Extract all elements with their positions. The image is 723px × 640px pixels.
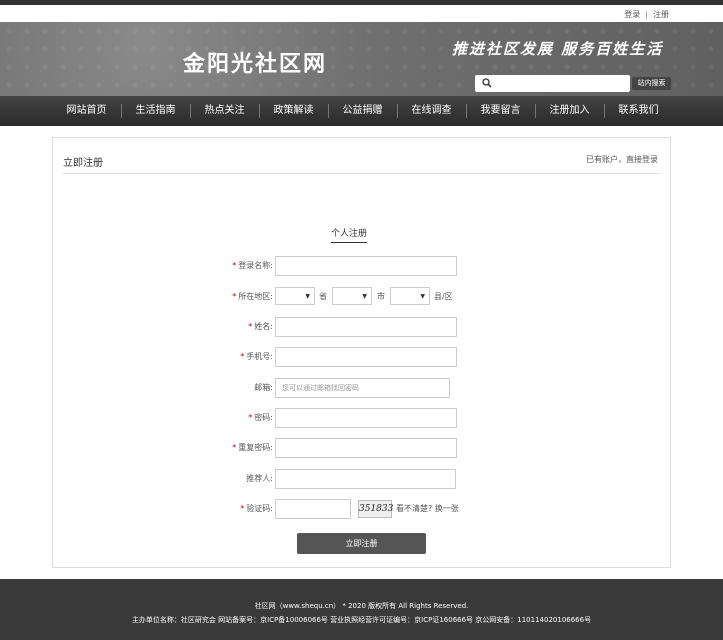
nav-item-message[interactable]: 我要留言 — [466, 96, 535, 126]
submit-register-button[interactable]: 立即注册 — [297, 533, 426, 554]
register-card: 立即注册 已有账户，直接登录 个人注册 * 登录名称: * 所在地区: ▼ 省 ▼ … — [52, 137, 671, 568]
phone-input[interactable] — [275, 347, 457, 367]
page-title: 立即注册 — [63, 158, 103, 169]
name-row: * 姓名: — [53, 317, 672, 337]
nav-item-survey[interactable]: 在线调查 — [397, 96, 466, 126]
captcha-input[interactable] — [275, 499, 351, 519]
province-unit: 省 — [319, 292, 327, 301]
chevron-down-icon: ▼ — [420, 293, 425, 300]
referrer-row: 推荐人: — [53, 469, 672, 489]
referrer-input[interactable] — [275, 469, 456, 489]
username-label: * 登录名称: — [232, 261, 273, 270]
chevron-down-icon: ▼ — [362, 293, 367, 300]
chevron-down-icon: ▼ — [305, 293, 310, 300]
nav-item-life-guide[interactable]: 生活指南 — [121, 96, 190, 126]
site-slogan: 推进社区发展 服务百姓生活 — [452, 40, 664, 58]
email-input[interactable]: 您可以通过邮箱找回密码 — [275, 378, 450, 398]
site-footer: 社区网（www.shequ.cn） * 2020 版权所有 All Rights… — [0, 579, 723, 640]
phone-row: * 手机号: — [53, 347, 672, 367]
captcha-refresh-link[interactable]: 看不清楚? 换一张 — [396, 503, 459, 514]
footer-copyright: 社区网（www.shequ.cn） * 2020 版权所有 All Rights… — [254, 602, 469, 610]
repeat-password-label: * 重复密码: — [232, 443, 273, 452]
login-existing-link[interactable]: 已有账户，直接登录 — [586, 154, 658, 165]
name-label: * 姓名: — [248, 322, 273, 331]
phone-label: * 手机号: — [240, 352, 273, 361]
nav-item-home[interactable]: 网站首页 — [52, 96, 121, 126]
region-row: * 所在地区: ▼ 省 ▼ 市 ▼ 县/区 — [53, 287, 672, 307]
top-links: 登录 | 注册 — [624, 9, 669, 20]
top-links-separator: | — [645, 10, 648, 19]
search-button[interactable]: 站内搜索 — [632, 77, 671, 90]
captcha-row: * 验证码: 351833 看不清楚? 换一张 — [53, 499, 672, 519]
top-bar — [0, 0, 723, 5]
province-select[interactable]: ▼ — [275, 287, 315, 305]
username-input[interactable] — [275, 256, 457, 276]
title-divider — [63, 173, 660, 174]
password-label: * 密码: — [248, 413, 273, 422]
city-select[interactable]: ▼ — [332, 287, 372, 305]
nav-item-contact[interactable]: 联系我们 — [604, 96, 673, 126]
county-select[interactable]: ▼ — [390, 287, 430, 305]
county-unit: 县/区 — [434, 292, 453, 301]
site-logo[interactable]: 金阳光社区网 — [183, 46, 327, 78]
region-label: * 所在地区: — [232, 292, 273, 301]
main-nav: 网站首页 生活指南 热点关注 政策解读 公益捐赠 在线调查 我要留言 注册加入 … — [0, 96, 723, 126]
footer-registration: 主办单位名称：社区研究会 网站备案号：京ICP备10006066号 营业执照经营… — [131, 616, 592, 624]
nav-item-register[interactable]: 注册加入 — [535, 96, 604, 126]
search-icon — [482, 78, 492, 88]
captcha-label: * 验证码: — [240, 504, 273, 513]
email-label: 邮箱: — [254, 383, 273, 392]
password-input[interactable] — [275, 408, 457, 428]
name-input[interactable] — [275, 317, 457, 337]
city-unit: 市 — [377, 292, 385, 301]
section-title: 个人注册 — [331, 226, 368, 243]
search-input[interactable] — [475, 75, 630, 92]
email-row: 邮箱: 您可以通过邮箱找回密码 — [53, 378, 672, 398]
login-link[interactable]: 登录 — [624, 10, 640, 19]
nav-item-donation[interactable]: 公益捐赠 — [328, 96, 397, 126]
password-row: * 密码: — [53, 408, 672, 428]
register-link[interactable]: 注册 — [653, 10, 669, 19]
repeat-password-input[interactable] — [275, 438, 457, 458]
repeat-password-row: * 重复密码: — [53, 438, 672, 458]
username-row: * 登录名称: — [53, 256, 672, 276]
nav-item-policy[interactable]: 政策解读 — [259, 96, 328, 126]
referrer-label: 推荐人: — [246, 474, 273, 483]
header-banner: 金阳光社区网 推进社区发展 服务百姓生活 站内搜索 — [0, 22, 723, 96]
captcha-image[interactable]: 351833 — [358, 500, 393, 518]
nav-item-hot-topics[interactable]: 热点关注 — [190, 96, 259, 126]
